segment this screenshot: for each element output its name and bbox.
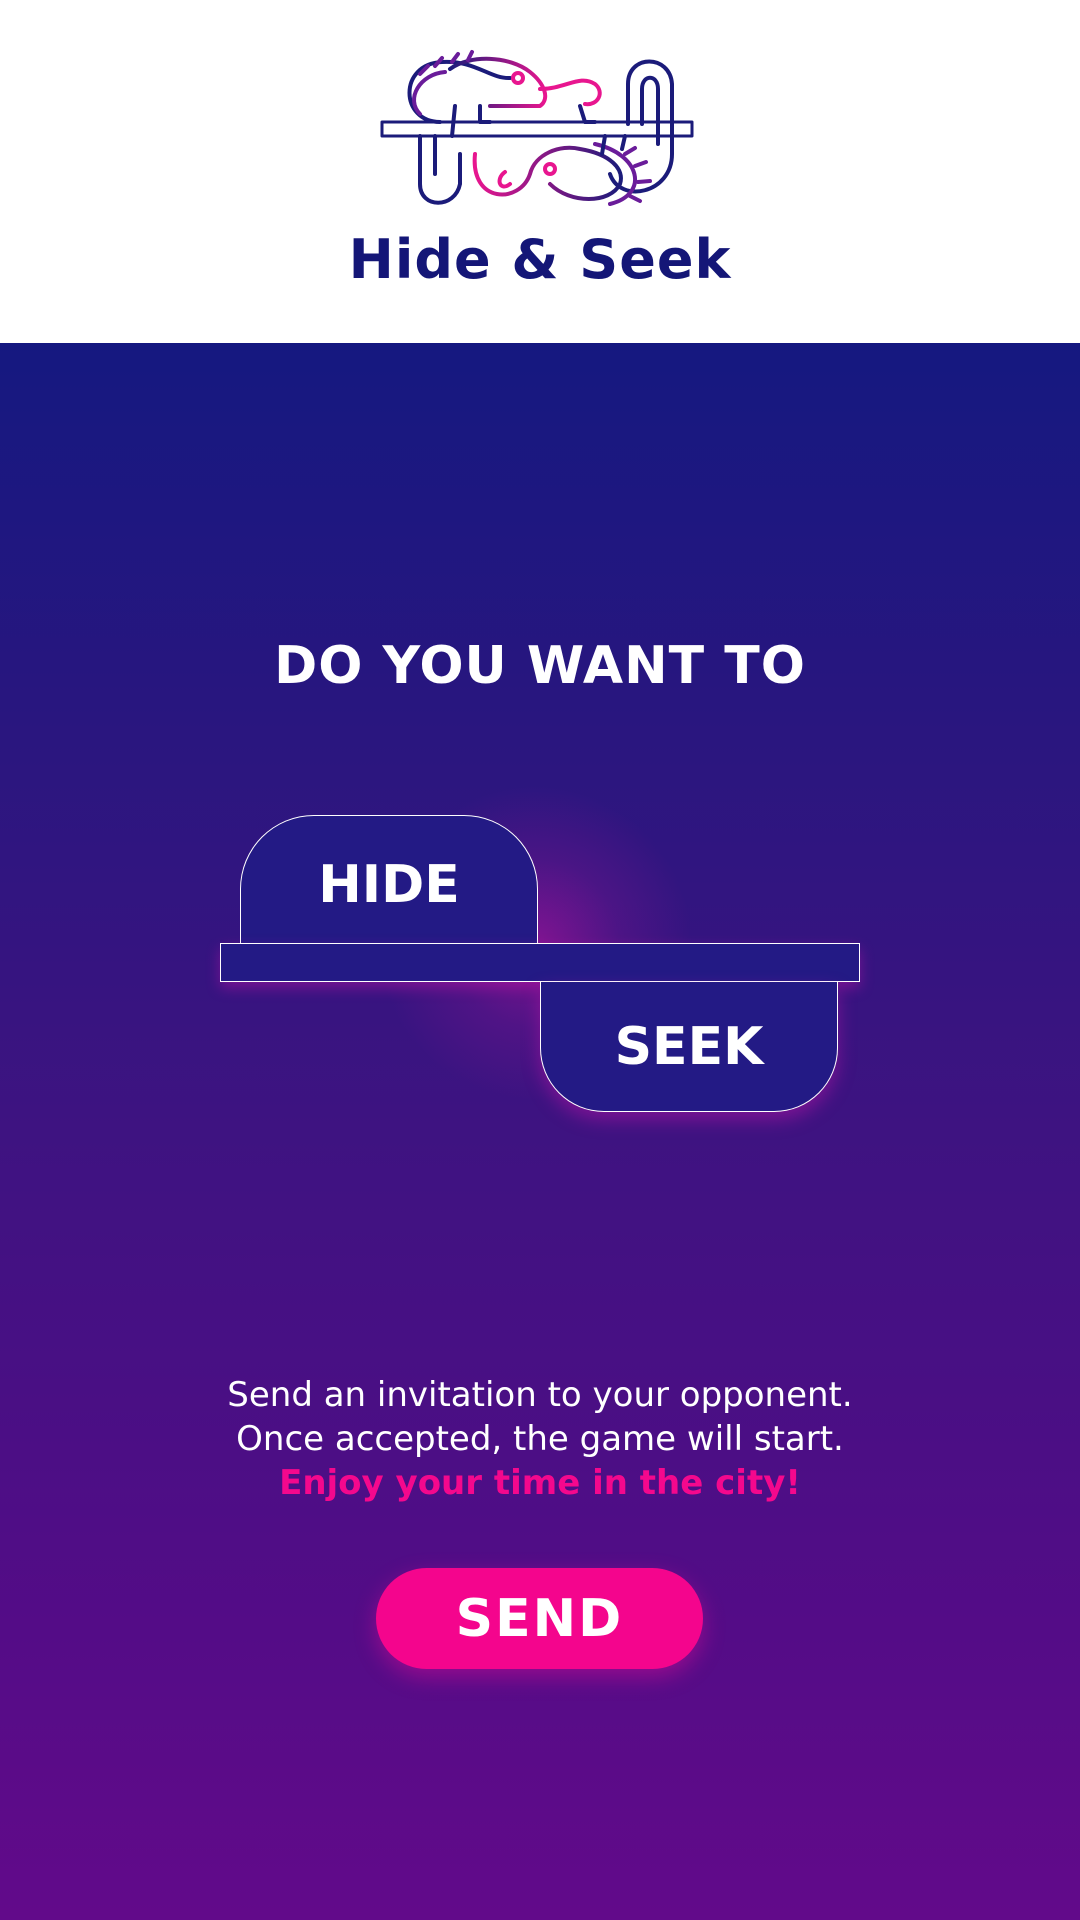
hide-option-label: HIDE <box>318 854 460 915</box>
info-line-1: Send an invitation to your opponent. <box>227 1375 853 1415</box>
chameleons-logo-icon <box>380 50 694 206</box>
seek-option-button[interactable]: SEEK <box>540 982 838 1112</box>
info-highlight: Enjoy your time in the city! <box>279 1463 801 1503</box>
seek-option-label: SEEK <box>614 1016 764 1077</box>
question-heading: DO YOU WANT TO <box>274 636 806 696</box>
info-line-2: Once accepted, the game will start. <box>236 1419 844 1459</box>
header: Hide & Seek <box>0 0 1080 343</box>
choice-divider-bar <box>220 943 860 982</box>
send-button-label: SEND <box>455 1588 624 1649</box>
app-title: Hide & Seek <box>348 228 732 291</box>
invitation-info: Send an invitation to your opponent. Onc… <box>0 1373 1080 1505</box>
hide-option-button[interactable]: HIDE <box>240 815 538 945</box>
role-selection-panel: DO YOU WANT TO HIDE SEEK Send an invitat… <box>0 343 1080 1920</box>
send-button[interactable]: SEND <box>376 1568 703 1669</box>
